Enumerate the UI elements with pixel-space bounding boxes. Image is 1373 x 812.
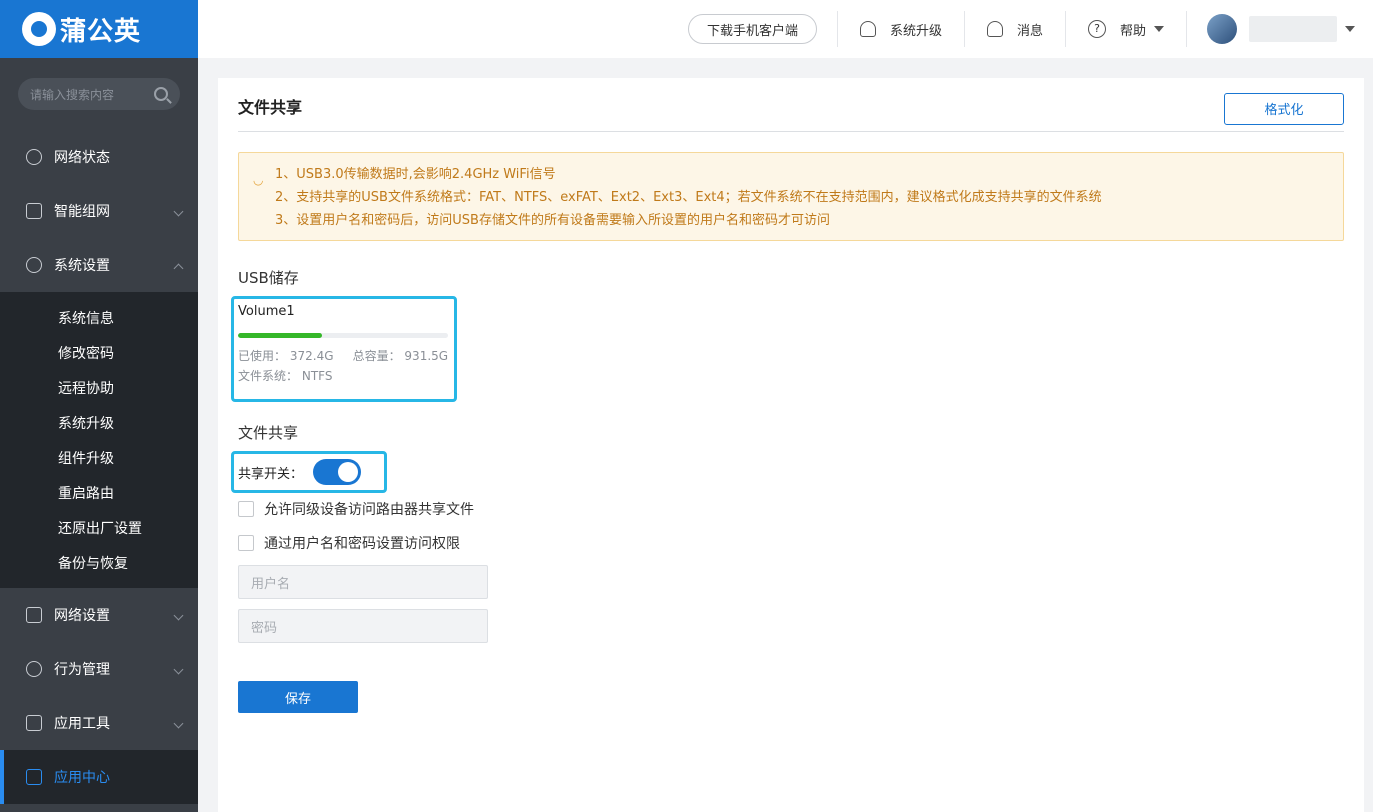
total-label: 总容量： [352, 349, 401, 363]
notice-line: 3、设置用户名和密码后，访问USB存储文件的所有设备需要输入所设置的用户名和密码… [275, 213, 830, 228]
sidebar-item-label: 智能组网 [54, 204, 110, 220]
fs-value: NTFS [301, 369, 333, 383]
volume-meta: 已使用： 372.4G 总容量： 931.5G 文件系统： NTFS [238, 346, 454, 386]
sub-item-factory-reset[interactable]: 还原出厂设置 [0, 510, 198, 545]
share-switch-label: 共享开关： [238, 466, 304, 482]
divider [1186, 11, 1187, 47]
password-input[interactable]: 密码 [238, 609, 488, 643]
sidebar-item-label: 行为管理 [54, 662, 110, 678]
logo[interactable]: 蒲公英 [0, 0, 198, 58]
sub-item-reboot[interactable]: 重启路由 [0, 475, 198, 510]
fs-label: 文件系统： [238, 369, 299, 383]
save-button[interactable]: 保存 [238, 681, 358, 713]
toolbox-icon [26, 715, 42, 731]
topbar: 下载手机客户端 系统升级 消息 ? 帮助 [198, 0, 1373, 58]
username-placeholder: 用户名 [251, 576, 291, 592]
help-label: 帮助 [1119, 23, 1146, 39]
gear-icon [26, 257, 42, 273]
info-icon: ◡ [253, 173, 264, 187]
sub-item-component-upgrade[interactable]: 组件升级 [0, 440, 198, 475]
sidebar-item-smart-network[interactable]: 智能组网 [0, 184, 198, 238]
usage-progress-fill [238, 333, 322, 338]
auth-access-row[interactable]: 通过用户名和密码设置访问权限 [238, 531, 1344, 555]
behavior-icon [26, 661, 42, 677]
usb-volume-card[interactable]: Volume1 已使用： 372.4G 总容量： 931.5G 文件系统： NT… [231, 296, 457, 402]
sub-item-system-upgrade[interactable]: 系统升级 [0, 405, 198, 440]
messages-link[interactable]: 消息 [965, 20, 1065, 39]
sidebar-item-network-settings[interactable]: 网络设置 [0, 588, 198, 642]
panel-header: 文件共享 格式化 [238, 78, 1344, 132]
caret-down-icon [1154, 26, 1164, 32]
search-icon[interactable] [154, 87, 168, 101]
planet-icon [26, 149, 42, 165]
password-placeholder: 密码 [251, 620, 278, 636]
auth-access-checkbox[interactable] [238, 535, 254, 551]
logo-icon [22, 12, 56, 46]
sub-item-backup-restore[interactable]: 备份与恢复 [0, 545, 198, 580]
total-value: 931.5G [404, 349, 449, 363]
cube-icon [26, 769, 42, 785]
bell-icon [986, 21, 1003, 37]
download-app-button[interactable]: 下载手机客户端 [687, 14, 817, 44]
brand-name: 蒲公英 [60, 16, 142, 47]
sidebar-item-label: 应用中心 [54, 770, 110, 786]
question-icon: ? [1087, 20, 1106, 38]
sidebar-item-label: 应用工具 [54, 716, 110, 732]
share-toggle[interactable] [313, 459, 362, 485]
caret-down-icon[interactable] [1345, 26, 1355, 32]
sidebar-item-label: 系统设置 [54, 258, 110, 274]
sub-item-change-password[interactable]: 修改密码 [0, 335, 198, 370]
sidebar: 蒲公英 请输入搜索内容 网络状态 智能组网 系统设置 系统信息 修改密码 远程协… [0, 0, 198, 812]
chevron-up-icon [173, 263, 184, 274]
chevron-down-icon [173, 610, 184, 621]
sidebar-menu: 网络状态 智能组网 系统设置 系统信息 修改密码 远程协助 系统升级 组件升级 … [0, 130, 198, 804]
sidebar-item-label: 网络状态 [54, 150, 110, 166]
notice-line: 2、支持共享的USB文件系统格式：FAT、NTFS、exFAT、Ext2、Ext… [275, 190, 1102, 205]
username-input[interactable]: 用户名 [238, 565, 488, 599]
search-placeholder: 请输入搜索内容 [30, 87, 115, 102]
format-button[interactable]: 格式化 [1224, 92, 1344, 125]
chevron-down-icon [173, 664, 184, 675]
search-input[interactable]: 请输入搜索内容 [18, 78, 180, 110]
avatar[interactable] [1207, 14, 1237, 44]
sidebar-item-behavior[interactable]: 行为管理 [0, 642, 198, 696]
chevron-down-icon [173, 718, 184, 729]
system-upgrade-label: 系统升级 [889, 23, 942, 39]
usage-progress-bar [238, 333, 448, 338]
user-name[interactable] [1249, 16, 1337, 42]
sub-item-system-info[interactable]: 系统信息 [0, 300, 198, 335]
usb-section-title: USB储存 [238, 269, 299, 287]
system-settings-submenu: 系统信息 修改密码 远程协助 系统升级 组件升级 重启路由 还原出厂设置 备份与… [0, 292, 198, 588]
messages-label: 消息 [1016, 23, 1043, 39]
network-icon [26, 203, 42, 219]
notice-line: 1、USB3.0传输数据时,会影响2.4GHz WiFi信号 [275, 167, 556, 182]
share-section-title: 文件共享 [238, 424, 299, 442]
same-level-access-label: 允许同级设备访问路由器共享文件 [264, 502, 474, 518]
sidebar-item-network-status[interactable]: 网络状态 [0, 130, 198, 184]
sidebar-item-system-settings[interactable]: 系统设置 [0, 238, 198, 292]
used-label: 已使用： [238, 349, 287, 363]
system-upgrade-link[interactable]: 系统升级 [838, 20, 964, 39]
used-value: 372.4G [289, 349, 334, 363]
same-level-access-row[interactable]: 允许同级设备访问路由器共享文件 [238, 497, 1344, 521]
doc-icon [26, 607, 42, 623]
share-switch-row: 共享开关： [231, 451, 387, 493]
rocket-icon [859, 21, 876, 37]
file-share-panel: 文件共享 格式化 ◡ 1、USB3.0传输数据时,会影响2.4GHz WiFi信… [218, 78, 1364, 812]
help-dropdown[interactable]: ? 帮助 [1066, 20, 1186, 39]
auth-access-label: 通过用户名和密码设置访问权限 [264, 536, 460, 552]
sidebar-item-app-tools[interactable]: 应用工具 [0, 696, 198, 750]
page-title: 文件共享 [238, 97, 303, 117]
sub-item-remote-assist[interactable]: 远程协助 [0, 370, 198, 405]
volume-name: Volume1 [238, 304, 295, 319]
notice-box: ◡ 1、USB3.0传输数据时,会影响2.4GHz WiFi信号 2、支持共享的… [238, 152, 1344, 241]
same-level-access-checkbox[interactable] [238, 501, 254, 517]
sidebar-item-label: 网络设置 [54, 608, 110, 624]
chevron-down-icon [173, 206, 184, 217]
sidebar-item-app-center[interactable]: 应用中心 [0, 750, 198, 804]
